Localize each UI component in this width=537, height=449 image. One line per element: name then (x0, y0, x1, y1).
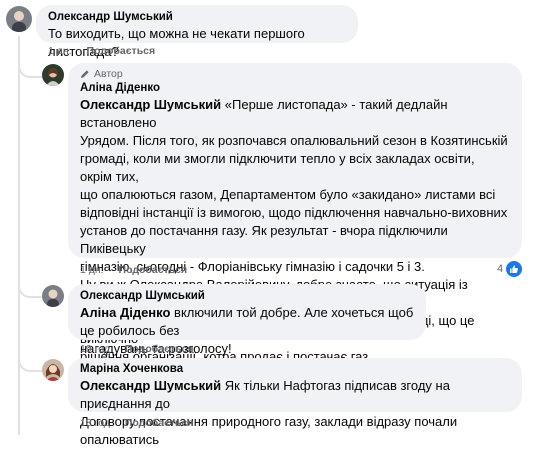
comment-author[interactable]: Олександр Шумський (80, 289, 414, 304)
like-button[interactable]: Подобається (125, 343, 194, 355)
thread-line (18, 36, 20, 435)
mention-link[interactable]: Аліна Діденко (80, 305, 170, 320)
comment-meta: 18 год Подобається (80, 416, 193, 430)
comment-time[interactable]: 18 год (80, 417, 110, 429)
comment-bubble: Автор Аліна Діденко Олександр Шумський «… (68, 63, 522, 364)
comment-author[interactable]: Аліна Діденко (80, 81, 510, 96)
pencil-icon (81, 70, 89, 78)
comment-text-line: що опалюються газом, Департаментом було … (80, 187, 496, 202)
thread-branch (18, 54, 42, 78)
reaction-summary[interactable]: 4 (497, 261, 523, 277)
author-badge-label: Автор (94, 68, 123, 80)
thumbs-up-icon (506, 261, 523, 277)
comment-time[interactable]: 19 год (80, 343, 110, 355)
mention-link[interactable]: Олександр Шумський (80, 97, 221, 112)
author-badge: Автор (80, 67, 510, 81)
comment-text-line: установ до постачання газу. Як результат… (80, 223, 448, 256)
avatar[interactable] (42, 64, 64, 86)
comment-text-line: Урядом. Після того, як розпочався опалюв… (80, 133, 508, 148)
like-button[interactable]: Подобається (125, 417, 194, 429)
comment-meta: 19 год Подобається (80, 342, 193, 356)
comment-text-line: відповідні інстанції із вимогою, щодо пі… (80, 205, 508, 220)
comment-text: Олександр Шумський Як тільки Нафтогаз пі… (80, 377, 510, 449)
mention-link[interactable]: Олександр Шумський (80, 378, 221, 393)
avatar[interactable] (42, 285, 64, 307)
comment-meta: 1 дн. Подобається (48, 44, 155, 58)
comment-bubble: Олександр Шумський То виходить, що можна… (36, 5, 358, 59)
comment-bubble: Маріна Хоченкова Олександр Шумський Як т… (68, 358, 522, 447)
avatar[interactable] (42, 359, 64, 381)
avatar[interactable] (6, 6, 32, 32)
comment-time[interactable]: 1 дн. (80, 264, 104, 276)
comment-author[interactable]: Олександр Шумський (48, 10, 346, 25)
thread-branch (18, 348, 42, 372)
comment-author[interactable]: Маріна Хоченкова (80, 362, 510, 377)
comment-bubble: Олександр Шумський Аліна Діденко включил… (68, 284, 426, 356)
comment-meta: 1 дн. Подобається (80, 263, 187, 277)
like-button[interactable]: Подобається (87, 45, 156, 57)
thread-branch (18, 274, 42, 298)
like-button[interactable]: Подобається (119, 264, 188, 276)
comment-text-line: громаді, коли ми змогли підключити тепло… (80, 151, 475, 184)
comment-time[interactable]: 1 дн. (48, 45, 72, 57)
reaction-count: 4 (497, 263, 504, 275)
